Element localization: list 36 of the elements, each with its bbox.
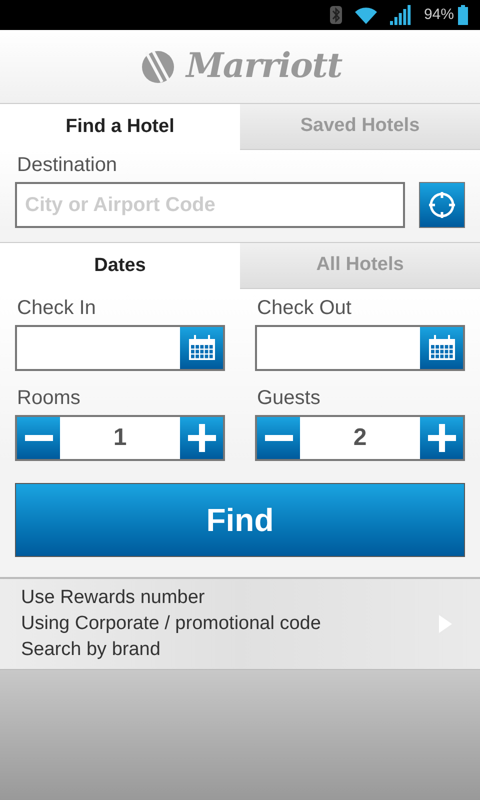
- bluetooth-icon: [330, 6, 342, 24]
- plus-icon: [428, 424, 456, 452]
- counter-label: Rooms: [16, 386, 82, 411]
- date-field[interactable]: [15, 325, 225, 371]
- date-label: Check Out: [256, 296, 352, 321]
- option-text: Using Corporate / promotional code: [21, 612, 322, 636]
- date-field[interactable]: [255, 325, 465, 371]
- battery-percentage: 94%: [424, 4, 454, 25]
- counter-value: 1: [112, 423, 128, 453]
- decrement-button[interactable]: [17, 417, 60, 459]
- options-panel[interactable]: Use Rewards number Using Corporate / promotional code Search by brand: [0, 577, 480, 670]
- increment-button[interactable]: [420, 417, 463, 459]
- date-label: Check In: [16, 296, 97, 321]
- signal-icon: [390, 5, 412, 25]
- option-text: Use Rewards number: [21, 586, 206, 610]
- find-button[interactable]: Find: [15, 483, 465, 557]
- calendar-button[interactable]: [420, 327, 463, 369]
- minus-icon: [264, 435, 292, 441]
- increment-button[interactable]: [180, 417, 223, 459]
- battery-icon: [458, 5, 468, 25]
- calendar-icon: [428, 335, 456, 361]
- plus-icon: [188, 424, 216, 452]
- crosshair-icon: [428, 191, 456, 219]
- location-button[interactable]: [419, 182, 465, 228]
- tab[interactable]: Dates: [0, 242, 240, 289]
- wifi-icon: [354, 6, 378, 24]
- destination-label: Destination: [16, 153, 118, 178]
- decrement-button[interactable]: [257, 417, 300, 459]
- brand-logo: Marriott: [186, 45, 342, 88]
- counter-label: Guests: [256, 386, 322, 411]
- option-text: Search by brand: [21, 638, 162, 662]
- counter-value: 2: [352, 423, 368, 453]
- minus-icon: [24, 435, 52, 441]
- tab[interactable]: Find a Hotel: [0, 103, 240, 150]
- calendar-icon: [188, 335, 216, 361]
- calendar-button[interactable]: [180, 327, 223, 369]
